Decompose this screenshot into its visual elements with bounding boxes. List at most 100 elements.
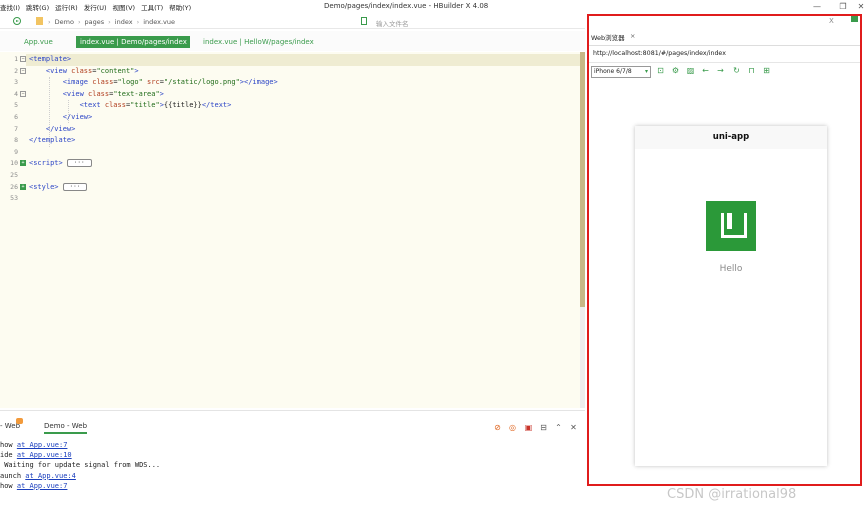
breadcrumb-item[interactable]: Demo bbox=[55, 18, 74, 26]
restore-icon[interactable]: ❐ bbox=[834, 0, 852, 13]
run-icon[interactable] bbox=[13, 17, 21, 25]
url-input[interactable]: http://localhost:8081/#/pages/index/inde… bbox=[593, 50, 726, 57]
code-token: "content" bbox=[96, 66, 135, 75]
code-editor[interactable]: 1−2−3 4−5 6 7 8 9 10 +25 26 +53 <template> <view … bbox=[0, 52, 580, 408]
line-number: 8 bbox=[0, 135, 26, 147]
uni-app-logo-icon bbox=[706, 201, 756, 251]
chevron-right-icon: › bbox=[136, 18, 140, 26]
fold-collapse-icon[interactable]: − bbox=[20, 67, 26, 74]
chevron-right-icon: › bbox=[48, 18, 51, 26]
file-search-input[interactable]: 输入文件名 bbox=[376, 18, 409, 28]
current-line-highlight bbox=[26, 54, 580, 66]
code-token: class bbox=[92, 78, 114, 87]
code-token: <image bbox=[62, 78, 93, 87]
screenshot-icon[interactable]: ⊡ bbox=[656, 66, 665, 76]
scrollbar-thumb[interactable] bbox=[580, 52, 585, 307]
code-token: </view> bbox=[45, 124, 76, 133]
line-number-text: 25 bbox=[10, 171, 18, 179]
source-link[interactable]: at App.vue:4 bbox=[25, 472, 76, 480]
fold-expand-icon[interactable]: + bbox=[20, 160, 26, 167]
tab-app-vue[interactable]: App.vue bbox=[20, 36, 57, 48]
debug-icon[interactable]: ◎ bbox=[508, 423, 517, 432]
code-line: </template> bbox=[29, 135, 75, 147]
code-token: "text-area" bbox=[113, 89, 160, 98]
close-icon[interactable]: ✕ bbox=[852, 0, 865, 13]
lock-icon[interactable]: ⊓ bbox=[747, 66, 756, 76]
collapsed-block-button[interactable]: ··· bbox=[62, 182, 88, 191]
line-number: 5 bbox=[0, 100, 26, 112]
code-line: <script> ··· bbox=[29, 158, 92, 170]
editor-tabs: App.vue index.vue | Demo/pages/index ind… bbox=[0, 31, 585, 51]
panel-close-icon[interactable]: X bbox=[829, 17, 834, 25]
menu-item[interactable]: 运行(R) bbox=[55, 2, 78, 12]
fold-collapse-icon[interactable]: − bbox=[20, 90, 26, 97]
tab-web-browser[interactable]: Web浏览器 bbox=[591, 32, 625, 42]
menu-item[interactable]: 帮助(Y) bbox=[169, 2, 191, 12]
source-link[interactable]: at App.vue:7 bbox=[17, 482, 68, 490]
menu-item[interactable]: 发行(U) bbox=[84, 2, 107, 12]
line-number: 53 bbox=[0, 193, 26, 205]
clear-icon[interactable]: ▣ bbox=[524, 423, 533, 432]
menu-item[interactable]: 工具(T) bbox=[141, 2, 163, 12]
qrcode-icon[interactable]: ⊞ bbox=[762, 66, 771, 76]
source-link[interactable]: at App.vue:7 bbox=[17, 441, 68, 449]
console-text: aunch bbox=[0, 471, 26, 480]
line-number: 7 bbox=[0, 124, 26, 136]
code-token: class bbox=[104, 101, 126, 110]
tab-index-demo[interactable]: index.vue | Demo/pages/index bbox=[76, 36, 190, 48]
stop-icon[interactable]: ⊘ bbox=[493, 423, 502, 432]
source-link[interactable]: at App.vue:10 bbox=[17, 451, 72, 459]
image-icon[interactable]: ▨ bbox=[686, 66, 695, 76]
breadcrumb-item[interactable]: index.vue bbox=[143, 18, 175, 26]
web-browser-panel: X Web浏览器 × http://localhost:8081/#/pages… bbox=[587, 14, 862, 486]
line-number: 10 + bbox=[0, 158, 26, 170]
code-token: <text bbox=[79, 101, 105, 110]
menu-item[interactable]: 跳转(G) bbox=[26, 2, 49, 12]
line-number-text: 53 bbox=[10, 194, 18, 203]
tab-close-icon[interactable]: × bbox=[630, 32, 635, 40]
line-gutter: 1−2−3 4−5 6 7 8 9 10 +25 26 +53 bbox=[0, 52, 26, 408]
menu-item[interactable]: 视图(V) bbox=[113, 2, 136, 12]
console-line: aunch at App.vue:4 bbox=[0, 471, 76, 481]
chevron-up-icon[interactable]: ⌃ bbox=[554, 423, 563, 432]
panel-maximize-icon[interactable] bbox=[851, 16, 858, 22]
collapsed-block-button[interactable]: ··· bbox=[66, 159, 92, 168]
console-text: how bbox=[0, 441, 17, 449]
device-select-value: iPhone 6/7/8 bbox=[594, 68, 632, 75]
console-line: how at App.vue:7 bbox=[0, 481, 67, 491]
phone-preview: uni-app Hello bbox=[635, 126, 827, 466]
minimize-icon[interactable]: — bbox=[808, 0, 826, 13]
file-search-icon[interactable] bbox=[361, 17, 367, 25]
device-select[interactable]: iPhone 6/7/8 ▾ bbox=[591, 66, 651, 78]
breadcrumb-item[interactable]: pages bbox=[85, 18, 105, 26]
console-tabs: - Web Demo - Web ⊘ ◎ ▣ ⊟ ⌃ ✕ bbox=[0, 410, 585, 434]
fold-collapse-icon[interactable]: − bbox=[20, 56, 26, 62]
line-number-text: 5 bbox=[14, 101, 18, 110]
divider bbox=[589, 62, 860, 63]
tab-console-demo-web[interactable]: Demo - Web bbox=[44, 422, 88, 434]
code-line: <image class="logo" src="/static/logo.pn… bbox=[29, 77, 278, 89]
code-line: <template> bbox=[29, 54, 71, 66]
chevron-down-icon: ▾ bbox=[644, 68, 648, 75]
editor-scrollbar[interactable] bbox=[580, 52, 585, 408]
forward-arrow-icon[interactable]: → bbox=[716, 66, 725, 76]
divider bbox=[589, 45, 860, 46]
close-console-icon[interactable]: ✕ bbox=[569, 423, 578, 432]
back-arrow-icon[interactable]: ← bbox=[701, 66, 710, 76]
refresh-icon[interactable]: ↻ bbox=[732, 66, 741, 76]
tab-index-hellow[interactable]: index.vue | HelloW/pages/index bbox=[199, 36, 318, 48]
settings-icon[interactable]: ⚙ bbox=[671, 66, 680, 76]
line-number-text: 26 bbox=[10, 182, 18, 191]
console-output: how at App.vue:7 ide at App.vue:10 Waitin… bbox=[0, 436, 585, 512]
fold-expand-icon[interactable]: + bbox=[20, 183, 26, 190]
line-number-text: 1 bbox=[14, 55, 18, 63]
open-folder-icon[interactable]: ⊟ bbox=[539, 423, 548, 432]
console-text: how bbox=[0, 481, 17, 490]
line-number: 26 + bbox=[0, 182, 26, 194]
project-icon[interactable] bbox=[36, 17, 43, 25]
menu-item[interactable]: 查找(I) bbox=[0, 2, 20, 12]
breadcrumb-item[interactable]: index bbox=[115, 18, 133, 26]
